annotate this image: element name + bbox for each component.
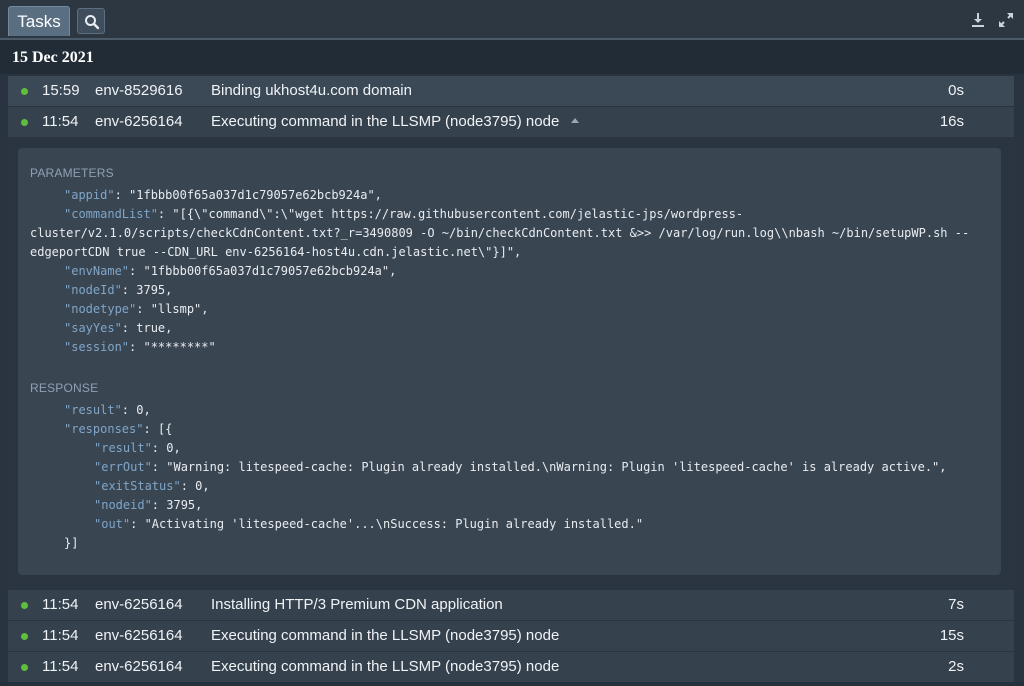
response-label: RESPONSE	[30, 381, 99, 395]
param-session: "session": "********"	[64, 340, 216, 354]
collapse-caret-icon[interactable]	[571, 117, 580, 123]
expand-icon[interactable]	[998, 12, 1014, 28]
task-env: env-8529616	[95, 82, 183, 99]
param-nodeid: "nodeId": 3795,	[64, 283, 173, 297]
resp-out: "out": "Activating 'litespeed-cache'...\…	[94, 517, 644, 531]
resp-close: }]	[64, 536, 79, 550]
search-icon	[85, 15, 100, 30]
param-appid: "appid": "1fbbb00f65a037d1c79057e62bcb92…	[64, 188, 382, 202]
task-row[interactable]: 11:54 env-6256164 Executing command in t…	[8, 621, 1014, 651]
task-details-container: PARAMETERS "appid": "1fbbb00f65a037d1c79…	[8, 137, 1014, 588]
param-sayyes: "sayYes": true,	[64, 321, 173, 335]
status-dot-icon	[21, 664, 28, 671]
resp-inner-result: "result": 0,	[94, 441, 181, 455]
task-details-panel: PARAMETERS "appid": "1fbbb00f65a037d1c79…	[18, 148, 1001, 575]
task-duration: 7s	[948, 596, 964, 613]
resp-exitstatus: "exitStatus": 0,	[94, 479, 210, 493]
task-row[interactable]: 11:54 env-6256164 Executing command in t…	[8, 107, 1014, 137]
task-time: 11:54	[42, 658, 79, 675]
date-header: 15 Dec 2021	[0, 40, 1024, 74]
response-code: "result": 0, "responses": [{ "result": 0, "…	[30, 401, 970, 553]
task-description: Executing command in the LLSMP (node3795…	[211, 107, 580, 137]
task-env: env-6256164	[95, 113, 183, 130]
status-dot-icon	[21, 602, 28, 609]
param-commandlist-cont2: edgeportCDN true --CDN_URL env-6256164-h…	[30, 245, 522, 259]
task-description: Executing command in the LLSMP (node3795…	[211, 627, 560, 644]
task-time: 11:54	[42, 596, 79, 613]
search-button[interactable]	[77, 8, 105, 34]
param-envname: "envName": "1fbbb00f65a037d1c79057e62bcb…	[64, 264, 397, 278]
task-duration: 2s	[948, 658, 964, 675]
parameters-label: PARAMETERS	[30, 166, 114, 180]
task-env: env-6256164	[95, 658, 183, 675]
status-dot-icon	[21, 88, 28, 95]
toolbar: Tasks	[0, 0, 1024, 40]
param-commandlist: "commandList": "[{\"command\":\"wget htt…	[64, 207, 744, 221]
resp-errout: "errOut": "Warning: litespeed-cache: Plu…	[94, 460, 947, 474]
download-icon[interactable]	[970, 12, 986, 28]
task-row[interactable]: 15:59 env-8529616 Binding ukhost4u.com d…	[8, 76, 1014, 106]
task-row[interactable]: 11:54 env-6256164 Executing command in t…	[8, 652, 1014, 682]
status-dot-icon	[21, 633, 28, 640]
status-dot-icon	[21, 119, 28, 126]
task-env: env-6256164	[95, 627, 183, 644]
task-duration: 16s	[939, 113, 964, 130]
param-commandlist-cont1: cluster/v2.1.0/scripts/checkCdnContent.t…	[30, 226, 970, 240]
param-nodetype: "nodetype": "llsmp",	[64, 302, 209, 316]
resp-nodeid: "nodeid": 3795,	[94, 498, 203, 512]
task-description: Installing HTTP/3 Premium CDN applicatio…	[211, 596, 503, 613]
task-description-text: Executing command in the LLSMP (node3795…	[211, 113, 560, 130]
task-row[interactable]: 11:54 env-6256164 Installing HTTP/3 Prem…	[8, 590, 1014, 620]
task-duration: 15s	[939, 627, 964, 644]
task-time: 11:54	[42, 627, 79, 644]
task-time: 11:54	[42, 113, 79, 130]
resp-result: "result": 0,	[64, 403, 151, 417]
resp-responses: "responses": [{	[64, 422, 173, 436]
task-duration: 0s	[948, 82, 964, 99]
tab-tasks[interactable]: Tasks	[8, 6, 70, 36]
task-time: 15:59	[42, 82, 80, 99]
task-env: env-6256164	[95, 596, 183, 613]
task-description: Executing command in the LLSMP (node3795…	[211, 658, 560, 675]
bottom-strip	[0, 682, 1024, 686]
task-description: Binding ukhost4u.com domain	[211, 82, 412, 99]
parameters-code: "appid": "1fbbb00f65a037d1c79057e62bcb92…	[30, 186, 970, 357]
